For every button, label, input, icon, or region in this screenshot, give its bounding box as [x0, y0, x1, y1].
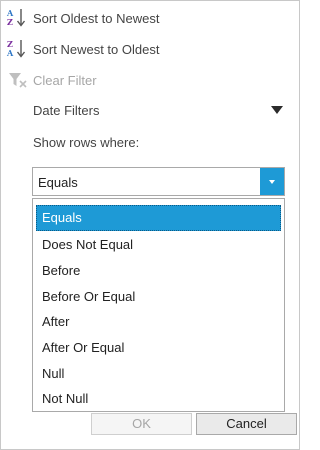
sort-oldest-to-newest-label: Sort Oldest to Newest [33, 10, 160, 26]
chevron-down-icon [269, 179, 275, 184]
cancel-button[interactable]: Cancel [196, 413, 297, 435]
date-filters-item[interactable]: Date Filters [33, 98, 285, 122]
sort-descending-icon: Z A [6, 38, 28, 60]
option-before-or-equal[interactable]: Before Or Equal [36, 284, 281, 310]
clear-filter-icon [6, 69, 28, 91]
sort-oldest-to-newest-item[interactable]: A Z Sort Oldest to Newest [2, 5, 298, 31]
sort-ascending-icon: A Z [6, 7, 28, 29]
dropdown-toggle-button[interactable] [260, 168, 284, 195]
option-after-or-equal[interactable]: After Or Equal [36, 335, 281, 361]
option-after[interactable]: After [36, 309, 281, 335]
condition-selected-value: Equals [38, 175, 78, 190]
sort-newest-to-oldest-item[interactable]: Z A Sort Newest to Oldest [2, 36, 298, 62]
clear-filter-label: Clear Filter [33, 72, 97, 88]
option-null[interactable]: Null [36, 361, 281, 387]
ok-button[interactable]: OK [91, 413, 192, 435]
date-filters-label: Date Filters [33, 102, 100, 118]
show-rows-label: Show rows where: [33, 135, 140, 150]
filter-menu-panel: A Z Sort Oldest to Newest Z A Sort Newes… [0, 0, 300, 450]
clear-filter-item[interactable]: Clear Filter [2, 67, 298, 93]
option-does-not-equal[interactable]: Does Not Equal [36, 232, 281, 258]
option-not-null[interactable]: Not Null [36, 386, 281, 412]
option-before[interactable]: Before [36, 258, 281, 284]
condition-options-list: Equals Does Not Equal Before Before Or E… [32, 198, 285, 412]
option-equals[interactable]: Equals [36, 205, 281, 231]
condition-dropdown[interactable]: Equals [32, 167, 285, 196]
triangle-down-icon [271, 106, 283, 114]
sort-newest-to-oldest-label: Sort Newest to Oldest [33, 41, 160, 57]
